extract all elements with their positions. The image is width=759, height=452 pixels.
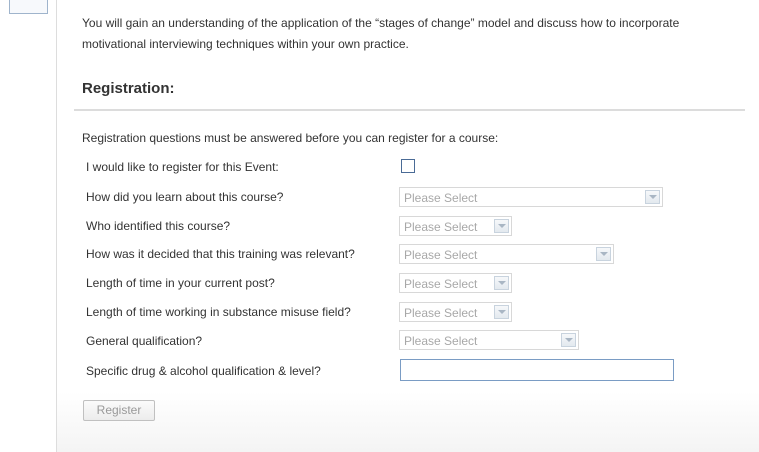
time-current-post-label: Length of time in your current post?	[86, 276, 275, 290]
chevron-down-icon[interactable]	[645, 190, 660, 204]
register-button[interactable]: Register	[83, 400, 155, 421]
time-current-post-select[interactable]: Please Select	[399, 273, 512, 293]
training-relevant-value: Please Select	[404, 248, 478, 262]
who-identified-value: Please Select	[404, 220, 478, 234]
training-relevant-label: How was it decided that this training wa…	[86, 247, 355, 261]
register-event-label: I would like to register for this Event:	[86, 160, 279, 174]
content-divider	[56, 0, 57, 452]
heading-divider	[74, 109, 745, 111]
chevron-down-icon[interactable]	[494, 219, 509, 233]
time-substance-misuse-value: Please Select	[404, 306, 478, 320]
course-description: You will gain an understanding of the ap…	[82, 16, 680, 51]
who-identified-label: Who identified this course?	[86, 219, 231, 233]
learn-about-course-select[interactable]: Please Select	[399, 187, 663, 207]
footer-band	[57, 392, 759, 452]
general-qualification-value: Please Select	[404, 334, 478, 348]
time-substance-misuse-label: Length of time working in substance misu…	[86, 305, 351, 319]
general-qualification-label: General qualification?	[86, 334, 203, 348]
registration-instruction: Registration questions must be answered …	[82, 131, 499, 145]
learn-about-course-value: Please Select	[404, 191, 478, 205]
drug-alcohol-qualification-input[interactable]	[400, 359, 674, 381]
training-relevant-select[interactable]: Please Select	[399, 244, 614, 264]
chevron-down-icon[interactable]	[561, 333, 576, 347]
left-panel-tab[interactable]	[9, 0, 48, 14]
drug-alcohol-qualification-label: Specific drug & alcohol qualification & …	[86, 364, 321, 378]
chevron-down-icon[interactable]	[494, 276, 509, 290]
chevron-down-icon[interactable]	[596, 247, 611, 261]
chevron-down-icon[interactable]	[494, 305, 509, 319]
time-substance-misuse-select[interactable]: Please Select	[399, 302, 512, 322]
register-event-checkbox[interactable]	[401, 159, 415, 173]
time-current-post-value: Please Select	[404, 277, 478, 291]
general-qualification-select[interactable]: Please Select	[399, 330, 579, 350]
learn-about-course-label: How did you learn about this course?	[86, 190, 284, 204]
who-identified-select[interactable]: Please Select	[399, 216, 512, 236]
registration-heading: Registration:	[82, 80, 175, 97]
